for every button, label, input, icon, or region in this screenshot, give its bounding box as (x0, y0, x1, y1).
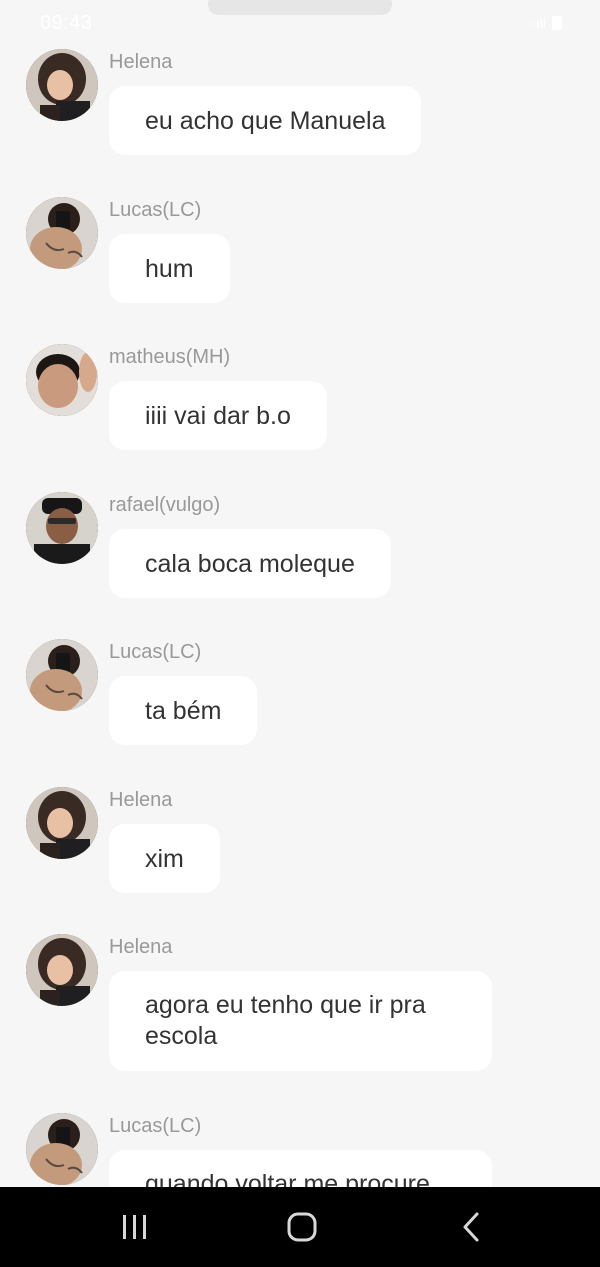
sender-name: Helena (109, 789, 173, 811)
battery-icon (552, 16, 562, 30)
message-bubble[interactable]: ta bém (109, 676, 258, 745)
signal-bars: ◌ıll (527, 15, 546, 31)
avatar-helena[interactable] (26, 49, 98, 121)
avatar-helena[interactable] (26, 934, 98, 1006)
sender-name: Lucas(LC) (109, 1115, 202, 1137)
back-icon[interactable] (452, 1209, 492, 1245)
sender-name: matheus(MH) (109, 346, 231, 368)
system-nav-bar (0, 1187, 600, 1267)
signal-icon: ◌ıll (528, 15, 562, 31)
avatar-matheus[interactable] (26, 344, 98, 416)
message-bubble[interactable]: quando voltar me procure (109, 1150, 492, 1187)
sender-name: Lucas(LC) (109, 641, 202, 663)
message-bubble[interactable]: cala boca moleque (109, 529, 391, 598)
avatar-helena[interactable] (26, 787, 98, 859)
status-bar: 09:43 ◌ıll (0, 0, 600, 48)
sender-name: Lucas(LC) (109, 199, 202, 221)
chat-thread[interactable]: Helena eu acho que Manuela Lucas(LC) hum (0, 0, 600, 1187)
message-bubble[interactable]: hum (109, 234, 230, 303)
avatar-lucas[interactable] (26, 197, 98, 269)
recents-icon[interactable] (115, 1209, 155, 1245)
sender-name: Helena (109, 51, 173, 73)
message-bubble[interactable]: iiii vai dar b.o (109, 381, 327, 450)
sender-name: rafael(vulgo) (109, 494, 221, 516)
message-bubble[interactable]: eu acho que Manuela (109, 86, 422, 155)
avatar-lucas[interactable] (26, 1113, 98, 1185)
sender-name: Helena (109, 936, 173, 958)
avatar-rafael[interactable] (26, 492, 98, 564)
avatar-lucas[interactable] (26, 639, 98, 711)
home-icon[interactable] (282, 1209, 322, 1245)
message-bubble[interactable]: agora eu tenho que ir pra escola (109, 971, 492, 1071)
status-time: 09:43 (40, 12, 93, 34)
message-bubble[interactable]: xim (109, 824, 220, 893)
notch-pill (208, 0, 392, 15)
